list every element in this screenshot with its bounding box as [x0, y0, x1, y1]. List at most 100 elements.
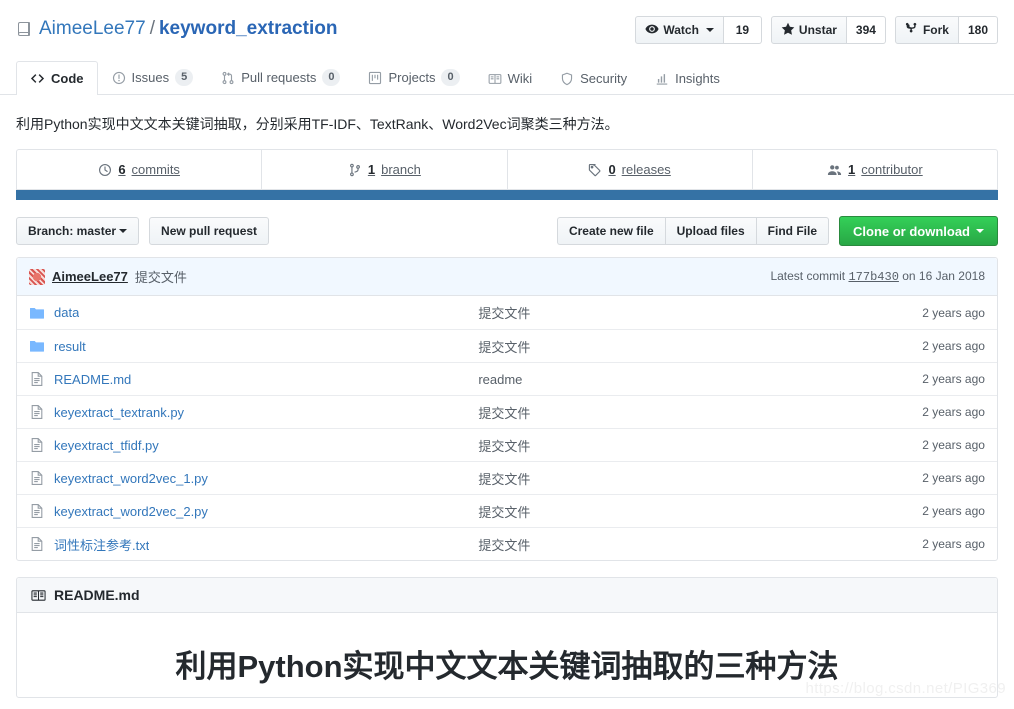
- readme-header: README.md: [17, 578, 997, 613]
- repo-actions: Watch 19 Unstar 394 Fork 180: [635, 16, 998, 44]
- commit-message-cell: 提交文件: [478, 436, 841, 455]
- commit-message-link[interactable]: readme: [478, 372, 522, 387]
- tab-projects-count: 0: [441, 69, 460, 86]
- commit-age-cell: 2 years ago: [922, 339, 985, 353]
- tab-issues-label: Issues: [131, 70, 170, 85]
- commit-message-link[interactable]: 提交文件: [135, 267, 187, 286]
- file-link[interactable]: keyextract_word2vec_2.py: [54, 504, 208, 519]
- table-row: data 提交文件 2 years ago: [17, 296, 997, 329]
- branch-select-button[interactable]: Branch: master: [16, 217, 140, 245]
- commit-age-cell: 2 years ago: [922, 471, 985, 485]
- new-pull-request-button[interactable]: New pull request: [149, 217, 270, 245]
- create-new-file-button[interactable]: Create new file: [556, 217, 665, 245]
- readme-heading: 利用Python实现中文文本关键词抽取的三种方法: [175, 649, 839, 684]
- file-link[interactable]: README.md: [54, 372, 131, 387]
- tab-projects[interactable]: Projects 0: [354, 59, 473, 95]
- unstar-label: Unstar: [798, 23, 837, 37]
- file-list: AimeeLee77 提交文件 Latest commit 177b430 on…: [16, 257, 998, 561]
- commit-message-cell: 提交文件: [478, 337, 841, 356]
- people-icon: [827, 162, 842, 177]
- stat-branches[interactable]: 1 branch: [262, 150, 508, 189]
- graph-icon: [655, 72, 669, 86]
- tab-pull-requests[interactable]: Pull requests 0: [207, 59, 354, 95]
- stat-contributors[interactable]: 1 contributor: [753, 150, 997, 189]
- commit-message-cell: 提交文件: [478, 303, 841, 322]
- file-link[interactable]: data: [54, 305, 79, 320]
- commit-message-link[interactable]: 提交文件: [478, 439, 530, 454]
- file-link[interactable]: keyextract_word2vec_1.py: [54, 471, 208, 486]
- commit-message-link[interactable]: 提交文件: [478, 472, 530, 487]
- file-icon: [29, 437, 45, 453]
- file-icon: [29, 404, 45, 420]
- watch-label: Watch: [663, 23, 699, 37]
- file-actions-group: Create new file Upload files Find File: [556, 217, 829, 245]
- code-icon: [30, 71, 45, 86]
- tab-code[interactable]: Code: [16, 61, 98, 95]
- commit-age-cell: 2 years ago: [922, 504, 985, 518]
- file-icon: [29, 470, 45, 486]
- watch-count[interactable]: 19: [723, 16, 762, 44]
- readme-title: README.md: [54, 587, 140, 603]
- github-repo-page: AimeeLee77 / keyword_extraction Watch 19: [0, 0, 1014, 709]
- commit-age-cell: 2 years ago: [922, 372, 985, 386]
- tab-code-label: Code: [51, 71, 84, 86]
- stat-releases[interactable]: 0 releases: [508, 150, 753, 189]
- fork-button[interactable]: Fork: [894, 16, 959, 44]
- upload-files-button[interactable]: Upload files: [664, 217, 756, 245]
- language-segment: [16, 190, 998, 200]
- chevron-down-icon: [976, 229, 984, 233]
- tab-insights-label: Insights: [675, 71, 720, 86]
- find-file-button[interactable]: Find File: [755, 217, 829, 245]
- file-link[interactable]: 词性标注参考.txt: [54, 535, 149, 554]
- repo-name-link[interactable]: keyword_extraction: [159, 18, 337, 41]
- commit-message-link[interactable]: 提交文件: [478, 306, 530, 321]
- commit-message-cell: 提交文件: [478, 469, 841, 488]
- commit-author-link[interactable]: AimeeLee77: [52, 269, 128, 284]
- stat-branches-value: 1: [367, 162, 376, 177]
- repo-header: AimeeLee77 / keyword_extraction Watch 19: [0, 0, 1014, 44]
- fork-count[interactable]: 180: [958, 16, 998, 44]
- file-name-cell: keyextract_tfidf.py: [29, 437, 478, 453]
- language-bar: [16, 190, 998, 200]
- file-name-cell: keyextract_word2vec_1.py: [29, 470, 478, 486]
- table-row: keyextract_word2vec_2.py 提交文件 2 years ago: [17, 494, 997, 527]
- commit-message-link[interactable]: 提交文件: [478, 538, 530, 553]
- branch-icon: [348, 163, 362, 177]
- file-link[interactable]: keyextract_textrank.py: [54, 405, 184, 420]
- file-name-cell: data: [29, 305, 478, 321]
- repo-icon: [16, 21, 32, 37]
- commit-age-cell: 2 years ago: [922, 438, 985, 452]
- stat-commits[interactable]: 6 commits: [17, 150, 263, 189]
- folder-icon: [29, 305, 45, 321]
- tab-insights[interactable]: Insights: [641, 61, 734, 95]
- folder-icon: [29, 338, 45, 354]
- file-name-cell: result: [29, 338, 478, 354]
- tab-wiki[interactable]: Wiki: [474, 61, 547, 95]
- table-row: result 提交文件 2 years ago: [17, 329, 997, 362]
- file-link[interactable]: keyextract_tfidf.py: [54, 438, 159, 453]
- tab-issues[interactable]: Issues 5: [98, 59, 208, 95]
- issue-opened-icon: [112, 71, 126, 85]
- latest-commit-date: on 16 Jan 2018: [902, 269, 985, 283]
- commit-sha-link[interactable]: 177b430: [848, 270, 898, 284]
- stat-releases-label: releases: [621, 162, 671, 177]
- table-row: README.md readme 2 years ago: [17, 362, 997, 395]
- commit-age-cell: 2 years ago: [922, 537, 985, 551]
- commit-message-link[interactable]: 提交文件: [478, 340, 530, 355]
- tab-projects-label: Projects: [388, 70, 436, 85]
- shield-icon: [560, 72, 574, 86]
- star-count[interactable]: 394: [846, 16, 886, 44]
- commit-message-link[interactable]: 提交文件: [478, 505, 530, 520]
- tab-security[interactable]: Security: [546, 61, 641, 95]
- commit-message-link[interactable]: 提交文件: [478, 406, 530, 421]
- unstar-button[interactable]: Unstar: [770, 16, 847, 44]
- clone-or-download-button[interactable]: Clone or download: [839, 216, 998, 246]
- file-link[interactable]: result: [54, 339, 86, 354]
- watch-button[interactable]: Watch: [635, 16, 724, 44]
- clone-or-download-label: Clone or download: [853, 223, 970, 239]
- table-row: 词性标注参考.txt 提交文件 2 years ago: [17, 527, 997, 560]
- repo-owner-link[interactable]: AimeeLee77: [39, 18, 146, 41]
- file-icon: [29, 536, 45, 552]
- stat-commits-value: 6: [118, 162, 126, 177]
- file-icon: [29, 503, 45, 519]
